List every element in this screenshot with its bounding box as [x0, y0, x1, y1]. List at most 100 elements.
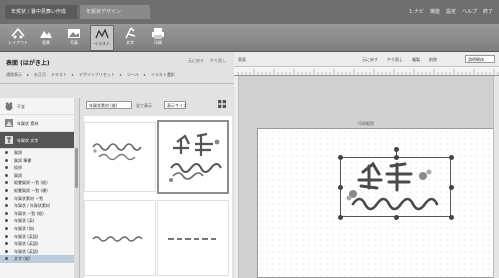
- editor-undo-button[interactable]: 元に戻す: [362, 57, 378, 63]
- list-item-label: 年賀状 (和): [14, 225, 35, 231]
- print-area-label: 印刷範囲: [358, 121, 374, 126]
- bullet-icon: [5, 242, 8, 246]
- bullet-icon: [5, 211, 8, 215]
- delete-button[interactable]: 削除: [429, 57, 437, 63]
- duplicate-button[interactable]: 複製: [412, 57, 420, 63]
- breadcrumb-separator: ▸: [119, 72, 122, 77]
- text-icon: [125, 27, 136, 39]
- resize-handle-w[interactable]: [338, 185, 343, 190]
- show-all-link[interactable]: 全て表示: [136, 103, 152, 109]
- breadcrumb-item[interactable]: ツール: [127, 72, 139, 80]
- list-item[interactable]: 賀詞: [0, 172, 79, 180]
- top-link-function[interactable]: 機能: [430, 8, 440, 15]
- list-item[interactable]: 縦書賀詞 一覧 (横): [0, 187, 79, 195]
- category-scrollbar[interactable]: [74, 98, 79, 278]
- list-item[interactable]: 年賀状 (英): [0, 217, 79, 225]
- category-text[interactable]: 年賀状 文字: [0, 132, 79, 149]
- list-item[interactable]: 年賀状 (英語): [0, 248, 79, 256]
- thumbnail-item[interactable]: [84, 200, 156, 276]
- layout-tool-button[interactable]: レイアウト: [6, 25, 30, 51]
- list-item[interactable]: 年賀状素材 一覧: [0, 195, 79, 203]
- text-category-icon: [5, 136, 13, 144]
- resize-handle-s[interactable]: [394, 215, 399, 220]
- top-link-navi[interactable]: 1.ナビ: [409, 8, 424, 15]
- list-item[interactable]: 縦書賀詞 一覧 (縦): [0, 179, 79, 187]
- list-item[interactable]: 年賀状 一覧 (縦): [0, 210, 79, 218]
- breadcrumb: 通常表示 ▸ お正月 テキスト ▸ デザインプリセット ▸ ツール ▸ イラスト…: [6, 72, 230, 80]
- list-item[interactable]: 挨拶: [0, 164, 79, 172]
- list-item-label: 賀詞 筆書: [14, 157, 32, 163]
- list-item[interactable]: 年賀状 / 年賀状素材: [0, 202, 79, 210]
- category-materials[interactable]: 年賀状 素材: [0, 115, 79, 132]
- background-icon: [40, 31, 52, 38]
- calligraphy-thumbnail: [168, 238, 216, 240]
- list-item-label: 縦書賀詞 一覧 (縦): [14, 180, 48, 186]
- list-item[interactable]: 賀詞 筆書: [0, 157, 79, 165]
- breadcrumb-item[interactable]: デザインプリセット: [79, 72, 115, 80]
- thumbnail-item-selected[interactable]: [157, 120, 229, 194]
- print-tool-button[interactable]: 印刷: [146, 25, 170, 51]
- breadcrumb-item[interactable]: 通常表示: [6, 72, 22, 80]
- list-item[interactable]: 賀詞: [0, 149, 79, 157]
- resize-handle-sw[interactable]: [338, 215, 343, 220]
- top-link-exit[interactable]: 終了: [483, 8, 493, 15]
- redo-link[interactable]: やり直し: [210, 58, 226, 64]
- resize-handle-ne[interactable]: [449, 155, 454, 160]
- list-item-label: 年賀状 (英語): [14, 233, 39, 239]
- category-label: 年賀状 文字: [17, 138, 39, 143]
- thumbnail-grid: [84, 116, 232, 278]
- category-scroll-thumb[interactable]: [75, 148, 78, 188]
- resize-handle-e[interactable]: [449, 185, 454, 190]
- thumbnail-item[interactable]: [157, 200, 229, 276]
- editor-redo-button[interactable]: やり直し: [387, 57, 403, 63]
- breadcrumb-separator: ▸: [71, 72, 74, 77]
- top-tab-bar: 年賀状 / 暑中見舞い作成 年賀状デザイン 1.ナビ 機能 設定 ヘルプ 終了: [0, 0, 499, 24]
- resize-handle-n[interactable]: [394, 155, 399, 160]
- editor-toolbar-items: 元に戻す やり直し 複製 削除: [362, 57, 437, 63]
- calligraphy-thumbnail: [92, 143, 142, 161]
- breadcrumb-item[interactable]: イラスト選択: [151, 72, 175, 80]
- size-select[interactable]: 表示サイズ: [164, 101, 187, 109]
- list-item[interactable]: 文字 (縦): [0, 255, 79, 263]
- illustration-tool-button[interactable]: イラスト: [90, 25, 114, 51]
- postcard-canvas[interactable]: 印刷範囲: [257, 121, 495, 278]
- print-tool-label: 印刷: [154, 40, 162, 45]
- list-item[interactable]: 年賀状 (英語): [0, 240, 79, 248]
- photo-tool-button[interactable]: 写真: [62, 25, 86, 51]
- list-item-label: 年賀状 (英): [14, 218, 35, 224]
- bullet-icon: [5, 181, 8, 185]
- resize-handle-nw[interactable]: [338, 155, 343, 160]
- text-tool-label: 文字: [126, 40, 134, 45]
- filter-select[interactable]: 年賀状素材 (縦): [86, 101, 132, 109]
- tab-card-design[interactable]: 年賀状デザイン: [80, 5, 150, 19]
- tool-ribbon: レイアウト 背景 写真 イラスト 文字 印刷: [0, 24, 499, 52]
- calligraphy-thumbnail: [169, 132, 222, 182]
- text-tool-button[interactable]: 文字: [118, 25, 142, 51]
- thumbnail-item[interactable]: [84, 122, 156, 192]
- filter-bar: 年賀状素材 (縦) 全て表示 表示サイズ: [80, 98, 234, 112]
- bullet-icon: [5, 204, 8, 208]
- breadcrumb-item[interactable]: テキスト: [51, 72, 67, 80]
- left-actions: 元に戻す やり直し: [188, 58, 226, 64]
- resize-handle-se[interactable]: [449, 215, 454, 220]
- selected-artwork[interactable]: [338, 147, 454, 220]
- list-item[interactable]: 年賀状 (和): [0, 225, 79, 233]
- grid-view-icon[interactable]: [218, 100, 226, 108]
- rotation-handle[interactable]: [394, 147, 399, 152]
- top-link-settings[interactable]: 設定: [446, 8, 456, 15]
- undo-link[interactable]: 元に戻す: [188, 58, 204, 64]
- font-select[interactable]: 游明朝体: [465, 55, 495, 63]
- background-tool-button[interactable]: 背景: [34, 25, 58, 51]
- category-zodiac[interactable]: 干支: [0, 98, 79, 115]
- tab-greeting-card[interactable]: 年賀状 / 暑中見舞い作成: [5, 5, 77, 19]
- canvas-scrollbar[interactable]: [493, 76, 499, 278]
- top-link-help[interactable]: ヘルプ: [462, 8, 477, 15]
- list-item[interactable]: 年賀状 (英語): [0, 233, 79, 241]
- breadcrumb-separator: ▸: [143, 72, 146, 77]
- bullet-icon: [5, 158, 8, 162]
- breadcrumb-item[interactable]: お正月: [34, 72, 46, 80]
- illustration-icon: [95, 28, 109, 39]
- bullet-icon: [5, 234, 8, 238]
- list-item-label: 年賀状 / 年賀状素材: [14, 203, 50, 209]
- horizontal-ruler: [234, 67, 499, 76]
